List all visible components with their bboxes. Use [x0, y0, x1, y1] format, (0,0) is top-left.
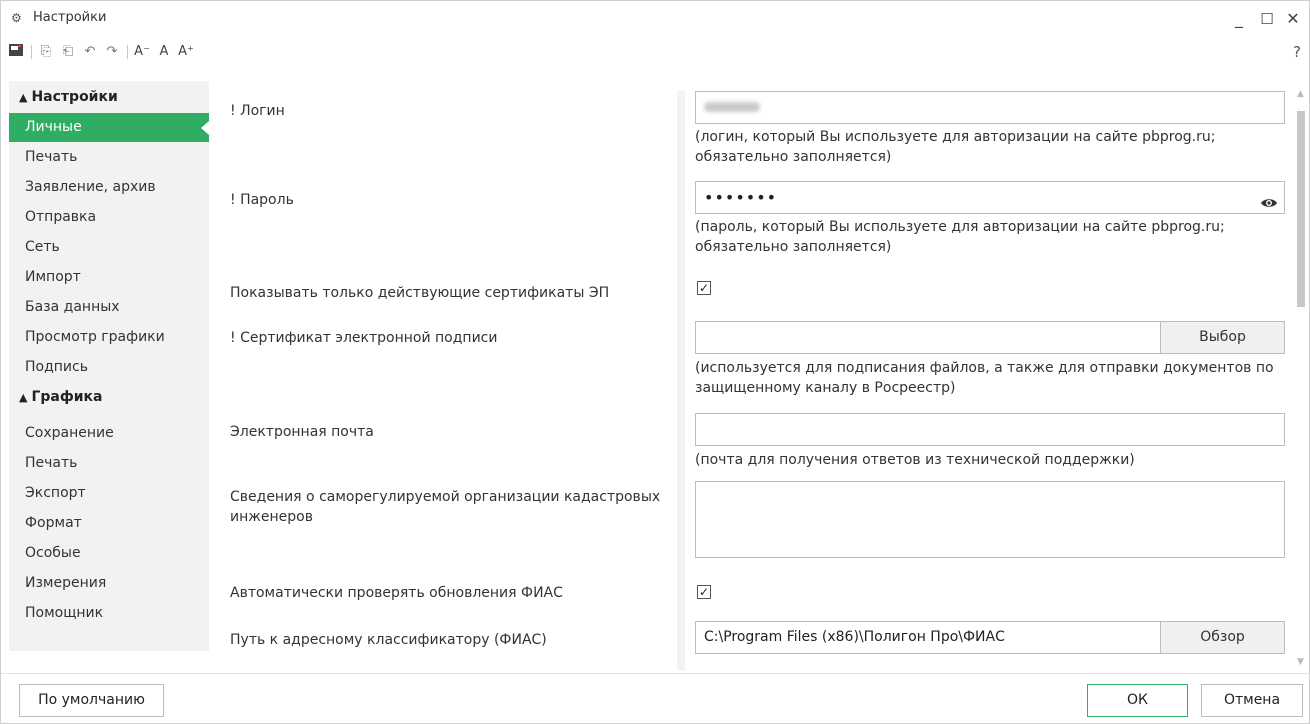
- login-hint: (логин, который Вы используете для автор…: [695, 129, 1216, 165]
- sidebar-item-graphics-view[interactable]: Просмотр графики: [9, 323, 209, 352]
- sidebar-item-print[interactable]: Печать: [9, 143, 209, 172]
- email-field[interactable]: [695, 413, 1285, 446]
- close-button[interactable]: ✕: [1281, 7, 1305, 31]
- password-hint: (пароль, который Вы используете для авто…: [695, 219, 1225, 255]
- email-label: Электронная почта: [230, 424, 374, 440]
- sidebar-item-special[interactable]: Особые: [9, 539, 209, 568]
- form-scrollbar[interactable]: ▲ ▼: [1294, 81, 1308, 673]
- copy-icon[interactable]: ⎘: [37, 43, 55, 61]
- sidebar-item-export[interactable]: Экспорт: [9, 479, 209, 508]
- password-value: •••••••: [704, 188, 778, 207]
- blurred-login-value: [704, 102, 760, 112]
- valid-certs-checkbox[interactable]: ✓: [697, 281, 711, 295]
- reset-font-icon[interactable]: A: [155, 43, 173, 61]
- cancel-button[interactable]: Отмена: [1201, 684, 1303, 717]
- minimize-button[interactable]: _: [1227, 7, 1251, 31]
- scroll-up-icon[interactable]: ▲: [1297, 89, 1304, 99]
- redo-icon[interactable]: ↷: [103, 43, 121, 61]
- sidebar-item-saving[interactable]: Сохранение: [9, 419, 209, 448]
- footer-divider: [1, 673, 1309, 674]
- fias-path-field[interactable]: C:\Program Files (x86)\Полигон Про\ФИАС: [695, 621, 1161, 654]
- valid-certs-label: Показывать только действующие сертификат…: [230, 285, 610, 301]
- sidebar-item-network[interactable]: Сеть: [9, 233, 209, 262]
- toolbar-separator: [127, 45, 128, 59]
- gears-icon: ⚙: [11, 11, 22, 25]
- scroll-down-icon[interactable]: ▼: [1297, 657, 1304, 667]
- sidebar-item-application-archive[interactable]: Заявление, архив: [9, 173, 209, 202]
- sro-textarea[interactable]: [695, 481, 1285, 558]
- sidebar-item-graphics-print[interactable]: Печать: [9, 449, 209, 478]
- certificate-hint: (используется для подписания файлов, а т…: [695, 360, 1274, 396]
- sidebar-item-import[interactable]: Импорт: [9, 263, 209, 292]
- title-bar: ⚙ Настройки _ ☐ ✕: [1, 1, 1309, 37]
- fias-update-label: Автоматически проверять обновления ФИАС: [230, 585, 563, 601]
- sidebar-section-graphics[interactable]: ▲ Графика: [9, 383, 209, 411]
- sro-label: Сведения о саморегулируемой организации …: [230, 489, 661, 525]
- sidebar-section-settings[interactable]: ▲ Настройки: [9, 83, 209, 111]
- settings-form: ! Логин (логин, который Вы используете д…: [209, 81, 1294, 671]
- undo-icon[interactable]: ↶: [81, 43, 99, 61]
- password-field[interactable]: •••••••: [695, 181, 1285, 214]
- scroll-thumb[interactable]: [1297, 111, 1305, 307]
- fias-path-label: Путь к адресному классификатору (ФИАС): [230, 632, 547, 648]
- fias-update-checkbox[interactable]: ✓: [697, 585, 711, 599]
- column-divider: [677, 91, 685, 671]
- ok-button[interactable]: ОК: [1087, 684, 1188, 717]
- default-button[interactable]: По умолчанию: [19, 684, 164, 717]
- chevron-up-icon: ▲: [19, 91, 28, 104]
- eye-icon[interactable]: [1260, 190, 1278, 207]
- sidebar-item-signature[interactable]: Подпись: [9, 353, 209, 382]
- password-label: ! Пароль: [230, 192, 294, 208]
- login-label: ! Логин: [230, 103, 285, 119]
- help-icon[interactable]: ?: [1293, 43, 1301, 61]
- toolbar: ⎘ ⎗ ↶ ↷ A⁻ A A⁺ ?: [1, 39, 1309, 65]
- increase-font-icon[interactable]: A⁺: [177, 43, 195, 61]
- certificate-field[interactable]: [695, 321, 1161, 354]
- chevron-up-icon: ▲: [19, 391, 28, 404]
- window-title: Настройки: [33, 10, 107, 25]
- sidebar-item-personal[interactable]: Личные: [9, 113, 209, 142]
- login-field[interactable]: [695, 91, 1285, 124]
- paste-icon[interactable]: ⎗: [59, 43, 77, 61]
- sidebar: ▲ Настройки Личные Печать Заявление, архи…: [9, 81, 209, 651]
- decrease-font-icon[interactable]: A⁻: [133, 43, 151, 61]
- maximize-button[interactable]: ☐: [1255, 7, 1279, 31]
- certificate-label: ! Сертификат электронной подписи: [230, 330, 498, 346]
- sidebar-item-database[interactable]: База данных: [9, 293, 209, 322]
- toolbar-separator: [31, 45, 32, 59]
- sidebar-item-format[interactable]: Формат: [9, 509, 209, 538]
- settings-window: ⚙ Настройки _ ☐ ✕ ⎘ ⎗ ↶ ↷ A⁻ A A⁺ ? ▲ Нас…: [0, 0, 1310, 724]
- certificate-choose-button[interactable]: Выбор: [1161, 321, 1285, 354]
- sidebar-item-sending[interactable]: Отправка: [9, 203, 209, 232]
- fias-browse-button[interactable]: Обзор: [1161, 621, 1285, 654]
- sidebar-item-assistant[interactable]: Помощник: [9, 599, 209, 628]
- email-hint: (почта для получения ответов из техничес…: [695, 452, 1135, 468]
- sidebar-item-measurements[interactable]: Измерения: [9, 569, 209, 598]
- save-icon[interactable]: [7, 43, 25, 61]
